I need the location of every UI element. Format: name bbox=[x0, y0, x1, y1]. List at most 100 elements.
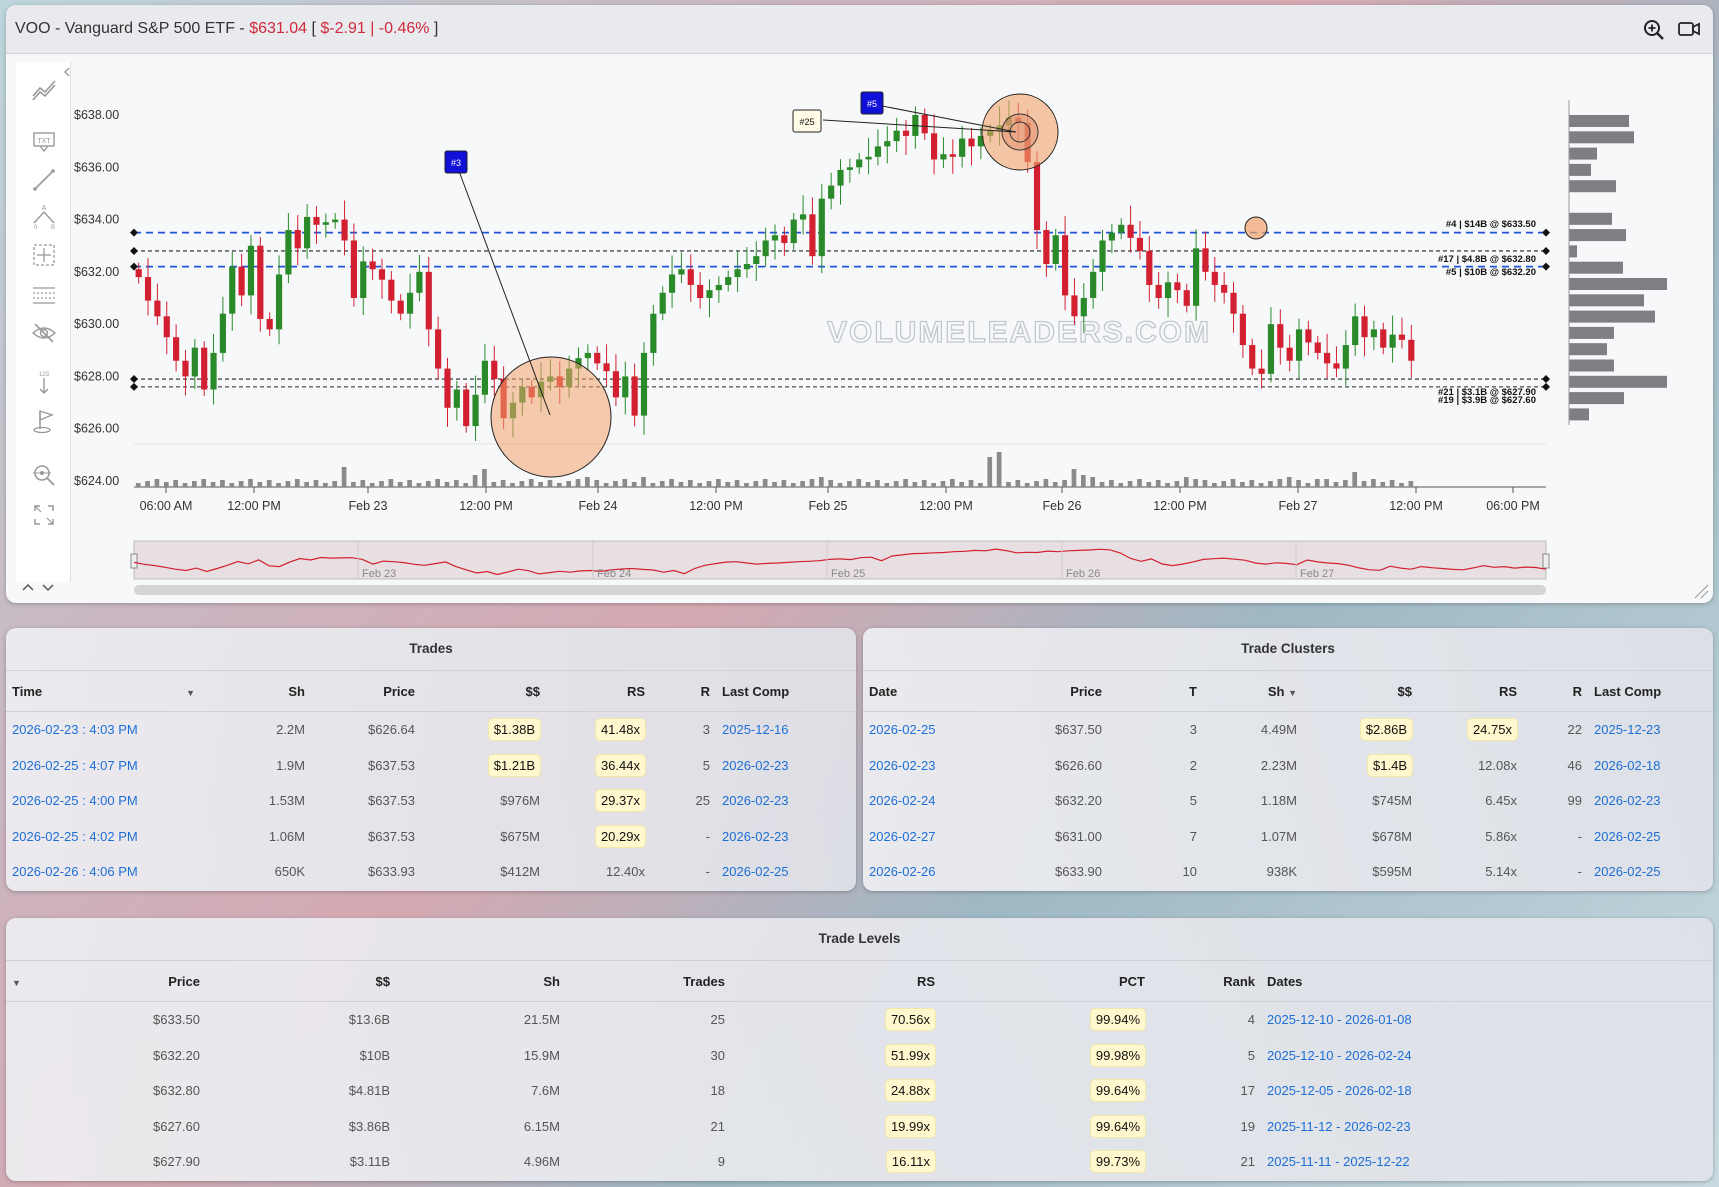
table-row[interactable]: 2026-02-26 $633.90 10 938K $595M 5.14x -2026-0… bbox=[863, 854, 1713, 890]
trade-last-comp[interactable]: 2025-12-16 bbox=[716, 712, 856, 748]
col-header-rs[interactable]: RS bbox=[546, 671, 651, 712]
table-row[interactable]: 2026-02-23 : 4:03 PM 2.2M $626.64 $1.38B 41.… bbox=[6, 712, 856, 748]
level-dates-link[interactable]: 2025-12-10 - 2026-01-08 bbox=[1267, 1012, 1412, 1027]
x-tick-label: 12:00 PM bbox=[1153, 499, 1207, 513]
trade-last-comp[interactable]: 2026-02-25 bbox=[716, 854, 856, 890]
col-header-trades[interactable]: Trades bbox=[566, 961, 731, 1002]
cluster-last-comp[interactable]: 2026-02-23 bbox=[1588, 783, 1713, 819]
col-header-time[interactable]: Time ▼ bbox=[6, 671, 201, 712]
table-row[interactable]: 2026-02-25 : 4:07 PM 1.9M $637.53 $1.21B 36.… bbox=[6, 748, 856, 784]
cluster-last-comp-link[interactable]: 2026-02-25 bbox=[1594, 864, 1661, 879]
trade-last-comp-link[interactable]: 2026-02-23 bbox=[722, 758, 789, 773]
level-dates[interactable]: 2025-12-10 - 2026-02-24 bbox=[1261, 1038, 1713, 1074]
cluster-date-link[interactable]: 2026-02-26 bbox=[869, 864, 936, 879]
col-header-price[interactable]: Price bbox=[311, 671, 421, 712]
volume-bar bbox=[313, 480, 319, 487]
trade-time[interactable]: 2026-02-25 : 4:00 PM bbox=[6, 783, 201, 819]
cluster-last-comp[interactable]: 2026-02-25 bbox=[1588, 819, 1713, 855]
level-dates-link[interactable]: 2025-11-11 - 2025-12-22 bbox=[1267, 1154, 1410, 1169]
col-header-r[interactable]: R bbox=[1523, 671, 1588, 712]
table-row[interactable]: 2026-02-25 : 4:00 PM 1.53M $637.53 $976M 29.… bbox=[6, 783, 856, 819]
trade-time-link[interactable]: 2026-02-25 : 4:02 PM bbox=[12, 829, 138, 844]
col-header-last-comp[interactable]: Last Comp bbox=[716, 671, 856, 712]
table-row[interactable]: 2026-02-27 $631.00 7 1.07M $678M 5.86x -2026-0… bbox=[863, 819, 1713, 855]
cluster-date[interactable]: 2026-02-23 bbox=[863, 748, 973, 784]
cluster-date-link[interactable]: 2026-02-23 bbox=[869, 758, 936, 773]
candle-body bbox=[865, 156, 872, 160]
trade-last-comp-link[interactable]: 2026-02-23 bbox=[722, 829, 789, 844]
table-row[interactable]: 2026-02-25 $637.50 3 4.49M $2.86B 24.75x 22 202… bbox=[863, 712, 1713, 748]
trade-time-link[interactable]: 2026-02-25 : 4:00 PM bbox=[12, 793, 138, 808]
table-row[interactable]: 2026-02-24 $632.20 5 1.18M $745M 6.45x 99 2026-… bbox=[863, 783, 1713, 819]
col-header-t[interactable]: T bbox=[1108, 671, 1203, 712]
trade-last-comp[interactable]: 2026-02-23 bbox=[716, 783, 856, 819]
col-header-r[interactable]: R bbox=[651, 671, 716, 712]
cluster-date[interactable]: 2026-02-24 bbox=[863, 783, 973, 819]
level-dates[interactable]: 2025-11-11 - 2025-12-22 bbox=[1261, 1144, 1713, 1180]
cluster-last-comp-link[interactable]: 2026-02-25 bbox=[1594, 829, 1661, 844]
trade-time[interactable]: 2026-02-23 : 4:03 PM bbox=[6, 712, 201, 748]
cluster-last-comp[interactable]: 2025-12-23 bbox=[1588, 712, 1713, 748]
table-row[interactable]: $632.80 $4.81B 7.6M 18 24.88x 99.64% 17 2025-12… bbox=[6, 1073, 1713, 1109]
col-header-dates[interactable]: Dates bbox=[1261, 961, 1713, 1002]
cluster-last-comp-link[interactable]: 2026-02-18 bbox=[1594, 758, 1661, 773]
cluster-date[interactable]: 2026-02-25 bbox=[863, 712, 973, 748]
table-row[interactable]: 2026-02-23 $626.60 2 2.23M $1.4B 12.08x 46 2026… bbox=[863, 748, 1713, 784]
col-header-price[interactable]: Price bbox=[973, 671, 1108, 712]
trade-time-link[interactable]: 2026-02-25 : 4:07 PM bbox=[12, 758, 138, 773]
trade-time[interactable]: 2026-02-26 : 4:06 PM bbox=[6, 854, 201, 890]
table-row[interactable]: 2026-02-26 : 4:06 PM 650K $633.93 $412M 12.4… bbox=[6, 854, 856, 890]
col-header-rs[interactable]: RS bbox=[1418, 671, 1523, 712]
cluster-last-comp[interactable]: 2026-02-25 bbox=[1588, 854, 1713, 890]
trade-last-comp[interactable]: 2026-02-23 bbox=[716, 819, 856, 855]
table-row[interactable]: $633.50 $13.6B 21.5M 25 70.56x 99.94% 4 2025-12… bbox=[6, 1002, 1713, 1038]
col-header-last-comp[interactable]: Last Comp bbox=[1588, 671, 1713, 712]
price-chart[interactable]: VOLUMELEADERS.COM #4 | $14B @ $633.50 #17… bbox=[6, 5, 1713, 603]
col-header-date[interactable]: Date bbox=[863, 671, 973, 712]
col-header-rs[interactable]: RS bbox=[731, 961, 941, 1002]
trade-time[interactable]: 2026-02-25 : 4:07 PM bbox=[6, 748, 201, 784]
level-dates-link[interactable]: 2025-12-05 - 2026-02-18 bbox=[1267, 1083, 1412, 1098]
level-dates[interactable]: 2025-11-12 - 2026-02-23 bbox=[1261, 1109, 1713, 1145]
clusters-title: Trade Clusters bbox=[863, 628, 1713, 671]
col-header-pct[interactable]: PCT bbox=[941, 961, 1151, 1002]
cluster-date-link[interactable]: 2026-02-24 bbox=[869, 793, 936, 808]
level-dates-link[interactable]: 2025-11-12 - 2026-02-23 bbox=[1267, 1119, 1411, 1134]
cluster-date-link[interactable]: 2026-02-27 bbox=[869, 829, 936, 844]
trade-last-comp-link[interactable]: 2026-02-23 bbox=[722, 793, 789, 808]
trade-time[interactable]: 2026-02-25 : 4:02 PM bbox=[6, 819, 201, 855]
trade-time-link[interactable]: 2026-02-26 : 4:06 PM bbox=[12, 864, 138, 879]
col-header-dollars[interactable]: $$ bbox=[1303, 671, 1418, 712]
cluster-date[interactable]: 2026-02-27 bbox=[863, 819, 973, 855]
trade-last-comp[interactable]: 2026-02-23 bbox=[716, 748, 856, 784]
col-header-sh[interactable]: Sh bbox=[201, 671, 311, 712]
col-header-sh[interactable]: Sh ▼ bbox=[1203, 671, 1303, 712]
cluster-last-comp-link[interactable]: 2026-02-23 bbox=[1594, 793, 1661, 808]
resize-handle-icon[interactable] bbox=[1691, 581, 1709, 599]
trade-last-comp-link[interactable]: 2026-02-25 bbox=[722, 864, 789, 879]
col-header-dollars[interactable]: $$ bbox=[206, 961, 396, 1002]
col-header-dollars[interactable]: $$ bbox=[421, 671, 546, 712]
cluster-last-comp-link[interactable]: 2025-12-23 bbox=[1594, 722, 1661, 737]
table-row[interactable]: $627.90 $3.11B 4.96M 9 16.11x 99.73% 21 2025-11… bbox=[6, 1144, 1713, 1180]
table-row[interactable]: $627.60 $3.86B 6.15M 21 19.99x 99.64% 19 2025-1… bbox=[6, 1109, 1713, 1145]
trade-last-comp-link[interactable]: 2025-12-16 bbox=[722, 722, 789, 737]
cluster-date-link[interactable]: 2026-02-25 bbox=[869, 722, 936, 737]
level-dates-link[interactable]: 2025-12-10 - 2026-02-24 bbox=[1267, 1048, 1412, 1063]
table-row[interactable]: $632.20 $10B 15.9M 30 51.99x 99.98% 5 2025-12-1… bbox=[6, 1038, 1713, 1074]
candle-body bbox=[1043, 230, 1050, 265]
level-dates[interactable]: 2025-12-10 - 2026-01-08 bbox=[1261, 1002, 1713, 1038]
trade-rank: 25 bbox=[695, 793, 710, 809]
level-dates[interactable]: 2025-12-05 - 2026-02-18 bbox=[1261, 1073, 1713, 1109]
cluster-date[interactable]: 2026-02-26 bbox=[863, 854, 973, 890]
col-header-price[interactable]: Price bbox=[36, 961, 206, 1002]
col-header-sh[interactable]: Sh bbox=[396, 961, 566, 1002]
cluster-last-comp[interactable]: 2026-02-18 bbox=[1588, 748, 1713, 784]
col-header-sort[interactable]: ▼ bbox=[6, 961, 36, 1002]
volume-bar bbox=[1043, 479, 1049, 487]
candle-body bbox=[1239, 313, 1246, 346]
col-header-rank[interactable]: Rank bbox=[1151, 961, 1261, 1002]
trade-time-link[interactable]: 2026-02-23 : 4:03 PM bbox=[12, 722, 138, 737]
candle-body bbox=[360, 261, 367, 298]
table-row[interactable]: 2026-02-25 : 4:02 PM 1.06M $637.53 $675M 20.… bbox=[6, 819, 856, 855]
